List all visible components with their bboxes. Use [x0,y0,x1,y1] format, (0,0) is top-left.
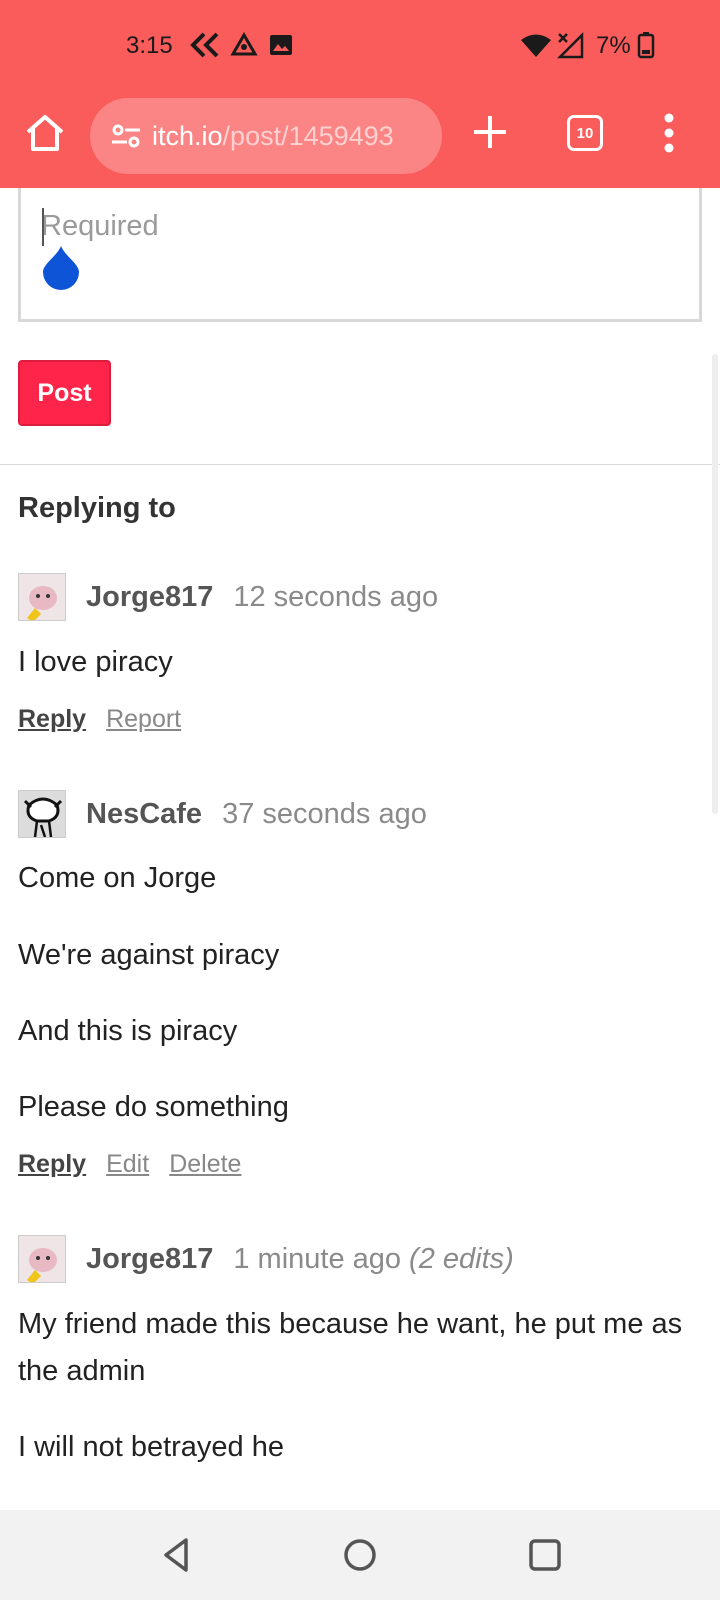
url-text: itch.io/post/1459493 [152,121,394,152]
edit-link[interactable]: Edit [106,1150,149,1179]
comment-text: Come on Jorge [18,862,217,894]
overflow-menu-icon[interactable] [664,112,674,154]
home-icon[interactable] [24,112,66,154]
comment-text: And this is piracy [18,1015,238,1047]
avatar[interactable] [18,573,66,621]
comment-actions: Reply Report [18,705,201,734]
textarea-placeholder: Required [41,210,159,242]
reply-link[interactable]: Reply [18,705,86,734]
page-content: Required Post Replying to Jorge817 12 se… [0,188,720,1510]
comment-header: NesCafe 37 seconds ago [18,790,427,838]
comment-text: I will not betrayed he [18,1431,284,1463]
avatar[interactable] [18,1235,66,1283]
new-tab-icon[interactable] [470,112,510,152]
delete-link[interactable]: Delete [169,1150,241,1179]
text-caret [42,208,44,246]
avatar[interactable] [18,790,66,838]
comment-header: Jorge817 12 seconds ago [18,573,438,621]
comment-username[interactable]: Jorge817 [86,1243,213,1276]
no-signal-icon [556,30,588,60]
comment-timestamp[interactable]: 12 seconds ago [233,581,438,614]
comment-actions: Reply Edit Delete [18,1150,261,1179]
battery-icon [636,30,656,60]
reply-link[interactable]: Reply [18,1150,86,1179]
home-nav-icon[interactable] [339,1534,381,1576]
recents-icon[interactable] [524,1534,566,1576]
edit-count: (2 edits) [409,1242,514,1275]
wifi-icon [520,30,552,60]
comment-username[interactable]: Jorge817 [86,581,213,614]
comment-text: Please do something [18,1091,289,1123]
status-bar: 3:15 7% [0,0,720,90]
drive-icon [230,30,258,60]
url-path: /post/1459493 [222,120,394,151]
battery-percent: 7% [596,32,631,59]
site-settings-icon[interactable] [110,120,142,152]
image-icon [268,30,294,60]
status-time: 3:15 [126,32,173,59]
reply-textarea[interactable]: Required [18,188,702,322]
divider [0,464,720,465]
comment-timestamp[interactable]: 1 minute ago [233,1243,401,1276]
post-button[interactable]: Post [18,360,111,426]
back-chevrons-icon [188,30,222,60]
comment-username[interactable]: NesCafe [86,798,202,831]
comment-timestamp[interactable]: 37 seconds ago [222,798,427,831]
cursor-handle-icon[interactable] [41,244,81,290]
tab-switcher-button[interactable]: 10 [567,115,603,151]
comment-header: Jorge817 1 minute ago (2 edits) [18,1235,514,1283]
back-icon[interactable] [156,1534,198,1576]
comment-text: We're against piracy [18,939,280,971]
system-nav-bar [0,1510,720,1600]
report-link[interactable]: Report [106,705,181,734]
browser-toolbar: itch.io/post/1459493 10 [0,90,720,188]
address-bar[interactable]: itch.io/post/1459493 [90,98,442,174]
comment-text: I love piracy [18,646,173,678]
replying-to-heading: Replying to [18,492,176,524]
url-host: itch.io [152,120,223,151]
comment-text: My friend made this because he want, he … [18,1308,683,1387]
scrollbar[interactable] [712,354,718,814]
